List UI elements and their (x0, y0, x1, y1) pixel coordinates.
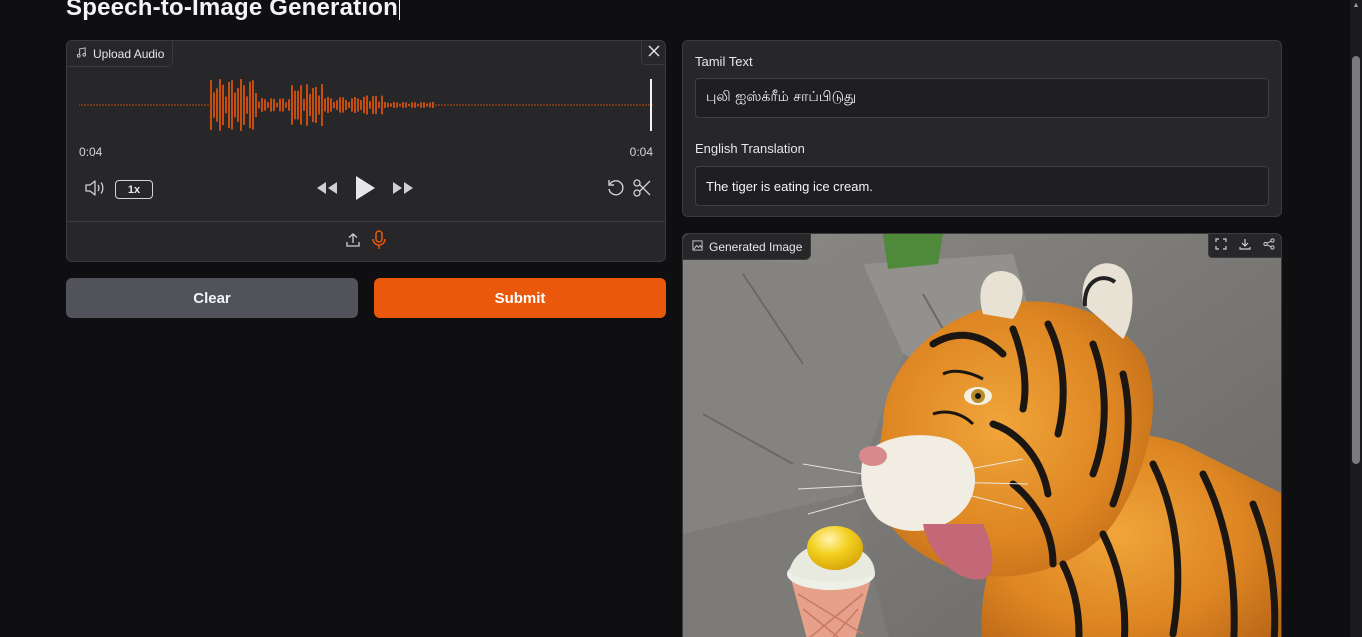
fast-forward-button[interactable] (391, 179, 415, 201)
audio-label-text: Upload Audio (93, 46, 165, 61)
volume-icon (84, 179, 106, 202)
generated-image-panel: Generated Image (682, 233, 1282, 637)
scroll-up-arrow-icon[interactable]: ▲ (1352, 2, 1360, 10)
fullscreen-button[interactable] (1209, 234, 1233, 258)
generated-image-label-text: Generated Image (709, 239, 803, 254)
share-icon (1263, 237, 1275, 255)
clear-button[interactable]: Clear (66, 278, 358, 318)
audio-label: Upload Audio (67, 41, 174, 67)
rewind-button[interactable] (315, 179, 339, 201)
play-button[interactable] (353, 175, 377, 205)
music-note-icon (76, 46, 87, 61)
record-microphone-button[interactable] (369, 229, 389, 255)
audio-waveform[interactable] (79, 77, 655, 133)
reset-icon (606, 178, 626, 203)
generated-tiger-image (683, 234, 1281, 637)
image-toolbar (1208, 234, 1281, 258)
generated-image-label: Generated Image (683, 234, 812, 260)
english-translation-value: The tiger is eating ice cream. (706, 178, 873, 194)
page-scrollbar[interactable]: ▲ (1350, 0, 1362, 637)
page-title-text: Speech-to-Image Generation (66, 0, 398, 21)
close-audio-button[interactable] (641, 41, 665, 65)
download-icon (1239, 237, 1251, 255)
current-time: 0:04 (79, 145, 103, 159)
playback-speed-button[interactable]: 1x (115, 180, 153, 199)
text-cursor (398, 0, 400, 20)
submit-button[interactable]: Submit (374, 278, 666, 318)
play-icon (354, 175, 376, 206)
english-translation-field[interactable]: The tiger is eating ice cream. (695, 166, 1269, 206)
english-translation-label: English Translation (695, 141, 805, 156)
tamil-text-field[interactable]: புலி ஐஸ்க்ரீம் சாப்பிடுது (695, 78, 1269, 118)
upload-audio-button[interactable] (343, 232, 363, 252)
trim-icon (632, 178, 652, 203)
rewind-icon (315, 180, 339, 201)
playback-controls: 1x (67, 175, 665, 207)
upload-icon (345, 232, 361, 253)
close-icon (648, 44, 660, 62)
tamil-text-label: Tamil Text (695, 54, 753, 69)
share-button[interactable] (1257, 234, 1281, 258)
scroll-thumb[interactable] (1352, 56, 1360, 464)
audio-panel: Upload Audio 0:04 0:04 1x (66, 40, 666, 262)
page-title: Speech-to-Image Generation (66, 0, 400, 22)
fast-forward-icon (391, 180, 415, 201)
duration: 0:04 (629, 145, 653, 159)
volume-button[interactable] (83, 179, 107, 201)
microphone-icon (371, 229, 387, 255)
reset-button[interactable] (605, 179, 627, 201)
tamil-text-value: புலி ஐஸ்க்ரீம் சாப்பிடுது (706, 89, 857, 105)
text-output-panel: Tamil Text புலி ஐஸ்க்ரீம் சாப்பிடுது Eng… (682, 40, 1282, 217)
download-button[interactable] (1233, 234, 1257, 258)
trim-button[interactable] (631, 178, 653, 203)
image-icon (692, 239, 703, 254)
audio-source-bar (67, 221, 665, 261)
fullscreen-icon (1215, 237, 1227, 255)
